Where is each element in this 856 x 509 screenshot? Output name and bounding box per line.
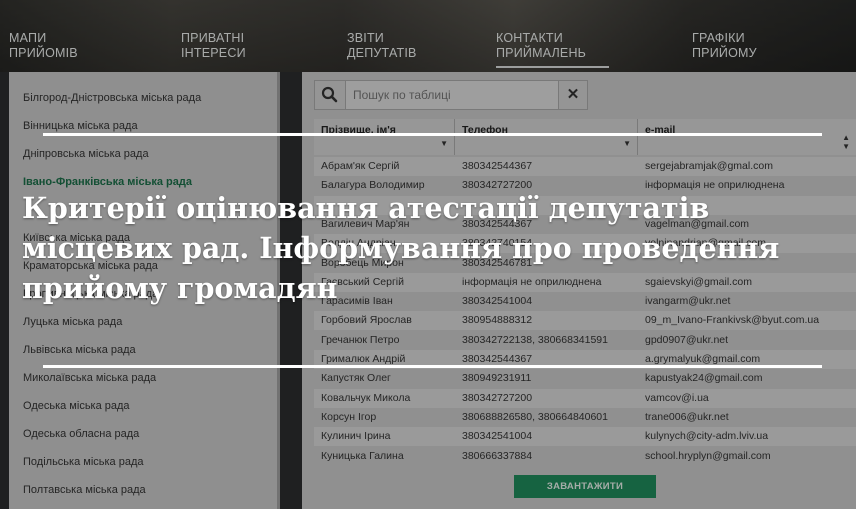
cell-name: Куницька Галина — [321, 449, 404, 462]
sidebar-item-odesa-city[interactable]: Одеська міська рада — [23, 400, 130, 412]
nav-schedules-line1: Графіки — [692, 31, 745, 45]
cell-name: Ковальчук Микола — [321, 391, 411, 404]
search-input[interactable] — [353, 87, 543, 103]
nav-reports-line2: депутатів — [347, 46, 417, 60]
banner-title: Критерії оцінювання атестації депутатів … — [22, 191, 780, 305]
cell-email: 09_m_Ivano-Frankivsk@byut.com.ua — [645, 314, 820, 327]
table-row[interactable]: Кулинич Ірина 380342541004 kulynych@city-a… — [314, 427, 856, 447]
cell-phone: 380954888312 — [462, 314, 533, 327]
column-header-name[interactable]: Прізвище, ім'я ▼ — [314, 119, 455, 155]
nav-private-interests-line2: інтереси — [181, 46, 246, 60]
sidebar-item-dnipro[interactable]: Дніпровська міська рада — [23, 148, 149, 160]
sidebar-item-ivano-frankivsk[interactable]: Івано-Франківська міська рада — [23, 176, 192, 188]
cell-phone: 380342541004 — [462, 430, 533, 443]
sidebar-item-podilsk[interactable]: Подільська міська рада — [23, 456, 144, 468]
cell-email: gpd0907@ukr.net — [645, 333, 729, 346]
table-search: ✕ — [314, 80, 588, 110]
banner-bottom-rule — [43, 365, 822, 368]
cell-name: Капустяк Олег — [321, 372, 391, 385]
cell-phone: 380342544367 — [462, 160, 533, 172]
nav-private-interests[interactable]: Приватні інтереси — [181, 31, 291, 61]
nav-contacts-line2: приймалень — [496, 46, 587, 60]
chevron-down-icon: ▼ — [623, 139, 631, 148]
nav-schedules-line2: прийому — [692, 46, 757, 60]
nav-contacts[interactable]: Контакти приймалень — [496, 31, 609, 68]
column-header-phone[interactable]: Телефон ▼ — [455, 119, 638, 155]
sidebar-item-bilhorod[interactable]: Білгород-Дністровська міська рада — [23, 92, 201, 104]
nav-maps-line1: Мапи — [9, 31, 47, 45]
cell-name: Корсун Ігор — [321, 410, 377, 423]
table-row[interactable]: Корсун Ігор 380688826580, 380664840601 tra… — [314, 408, 856, 427]
banner-top-rule — [43, 133, 822, 136]
cell-phone: 380342722138, 380668341591 — [462, 333, 608, 346]
nav-maps-line2: прийомів — [9, 46, 78, 60]
search-icon — [321, 86, 338, 103]
sidebar-item-lviv[interactable]: Львівська міська рада — [23, 344, 136, 356]
cell-phone: 380949231911 — [462, 372, 532, 385]
download-button[interactable]: Завантажити — [514, 475, 656, 498]
sidebar-item-poltava[interactable]: Полтавська міська рада — [23, 484, 146, 496]
table-row[interactable]: Ковальчук Микола 380342727200 vamcov@i.ua — [314, 388, 856, 408]
cell-phone: 380342727200 — [462, 391, 533, 404]
cell-name: Кулинич Ірина — [321, 430, 391, 443]
cell-name: Абрам'як Сергій — [321, 160, 400, 172]
search-button[interactable] — [315, 81, 346, 109]
sidebar-item-mykolaiv[interactable]: Миколаївська міська рада — [23, 372, 156, 384]
sidebar-item-lutsk[interactable]: Луцька міська рада — [23, 316, 122, 328]
cell-email: trane006@ukr.net — [645, 410, 729, 423]
cell-phone: 380342544367 — [462, 353, 533, 365]
nav-contacts-line1: Контакти — [496, 31, 563, 45]
cell-name: Грималюк Андрій — [321, 353, 406, 365]
cell-phone: 380666337884 — [462, 449, 533, 462]
table-row[interactable]: Куницька Галина 380666337884 school.hryply… — [314, 447, 856, 466]
cell-email: kapustyak24@gmail.com — [645, 372, 763, 385]
table-header: Прізвище, ім'я ▼ Телефон ▼ e-mail ▲ ▼ — [314, 119, 856, 155]
table-row[interactable]: Горбовий Ярослав 380954888312 09_m_Ivano-F… — [314, 311, 856, 331]
cell-name: Гречанюк Петро — [321, 333, 400, 346]
top-navigation: Мапи прийомів Приватні інтереси Звіти де… — [0, 0, 856, 72]
cell-email: sergejabramjak@gmal.com — [645, 160, 773, 172]
nav-reports-line1: Звіти — [347, 31, 384, 45]
cell-phone: 380688826580, 380664840601 — [462, 410, 608, 423]
nav-maps[interactable]: Мапи прийомів — [9, 31, 119, 61]
nav-private-interests-line1: Приватні — [181, 31, 245, 45]
cell-email: a.grymalyuk@gmail.com — [645, 353, 761, 365]
cell-email: kulynych@city-adm.lviv.ua — [645, 430, 769, 443]
nav-schedules[interactable]: Графіки прийому — [692, 31, 802, 61]
sort-icon: ▲ ▼ — [842, 133, 850, 151]
table-row[interactable]: Гречанюк Петро 380342722138, 380668341591… — [314, 331, 856, 350]
table-row[interactable]: Капустяк Олег 380949231911 kapustyak24@gma… — [314, 369, 856, 388]
table-row[interactable]: Абрам'як Сергій 380342544367 sergejabramja… — [314, 157, 856, 176]
clear-search-button[interactable]: ✕ — [558, 81, 587, 109]
column-header-email[interactable]: e-mail ▲ ▼ — [638, 119, 856, 155]
sidebar-item-odesa-oblast[interactable]: Одеська обласна рада — [23, 428, 139, 440]
cell-email: school.hryplyn@gmail.com — [645, 449, 771, 462]
sidebar-item-vinnytsia[interactable]: Вінницька міська рада — [23, 120, 138, 132]
cell-email: vamcov@i.ua — [645, 391, 709, 404]
nav-reports[interactable]: Звіти депутатів — [347, 31, 457, 61]
chevron-down-icon: ▼ — [440, 139, 448, 148]
close-icon: ✕ — [566, 86, 580, 103]
cell-name: Горбовий Ярослав — [321, 314, 412, 327]
